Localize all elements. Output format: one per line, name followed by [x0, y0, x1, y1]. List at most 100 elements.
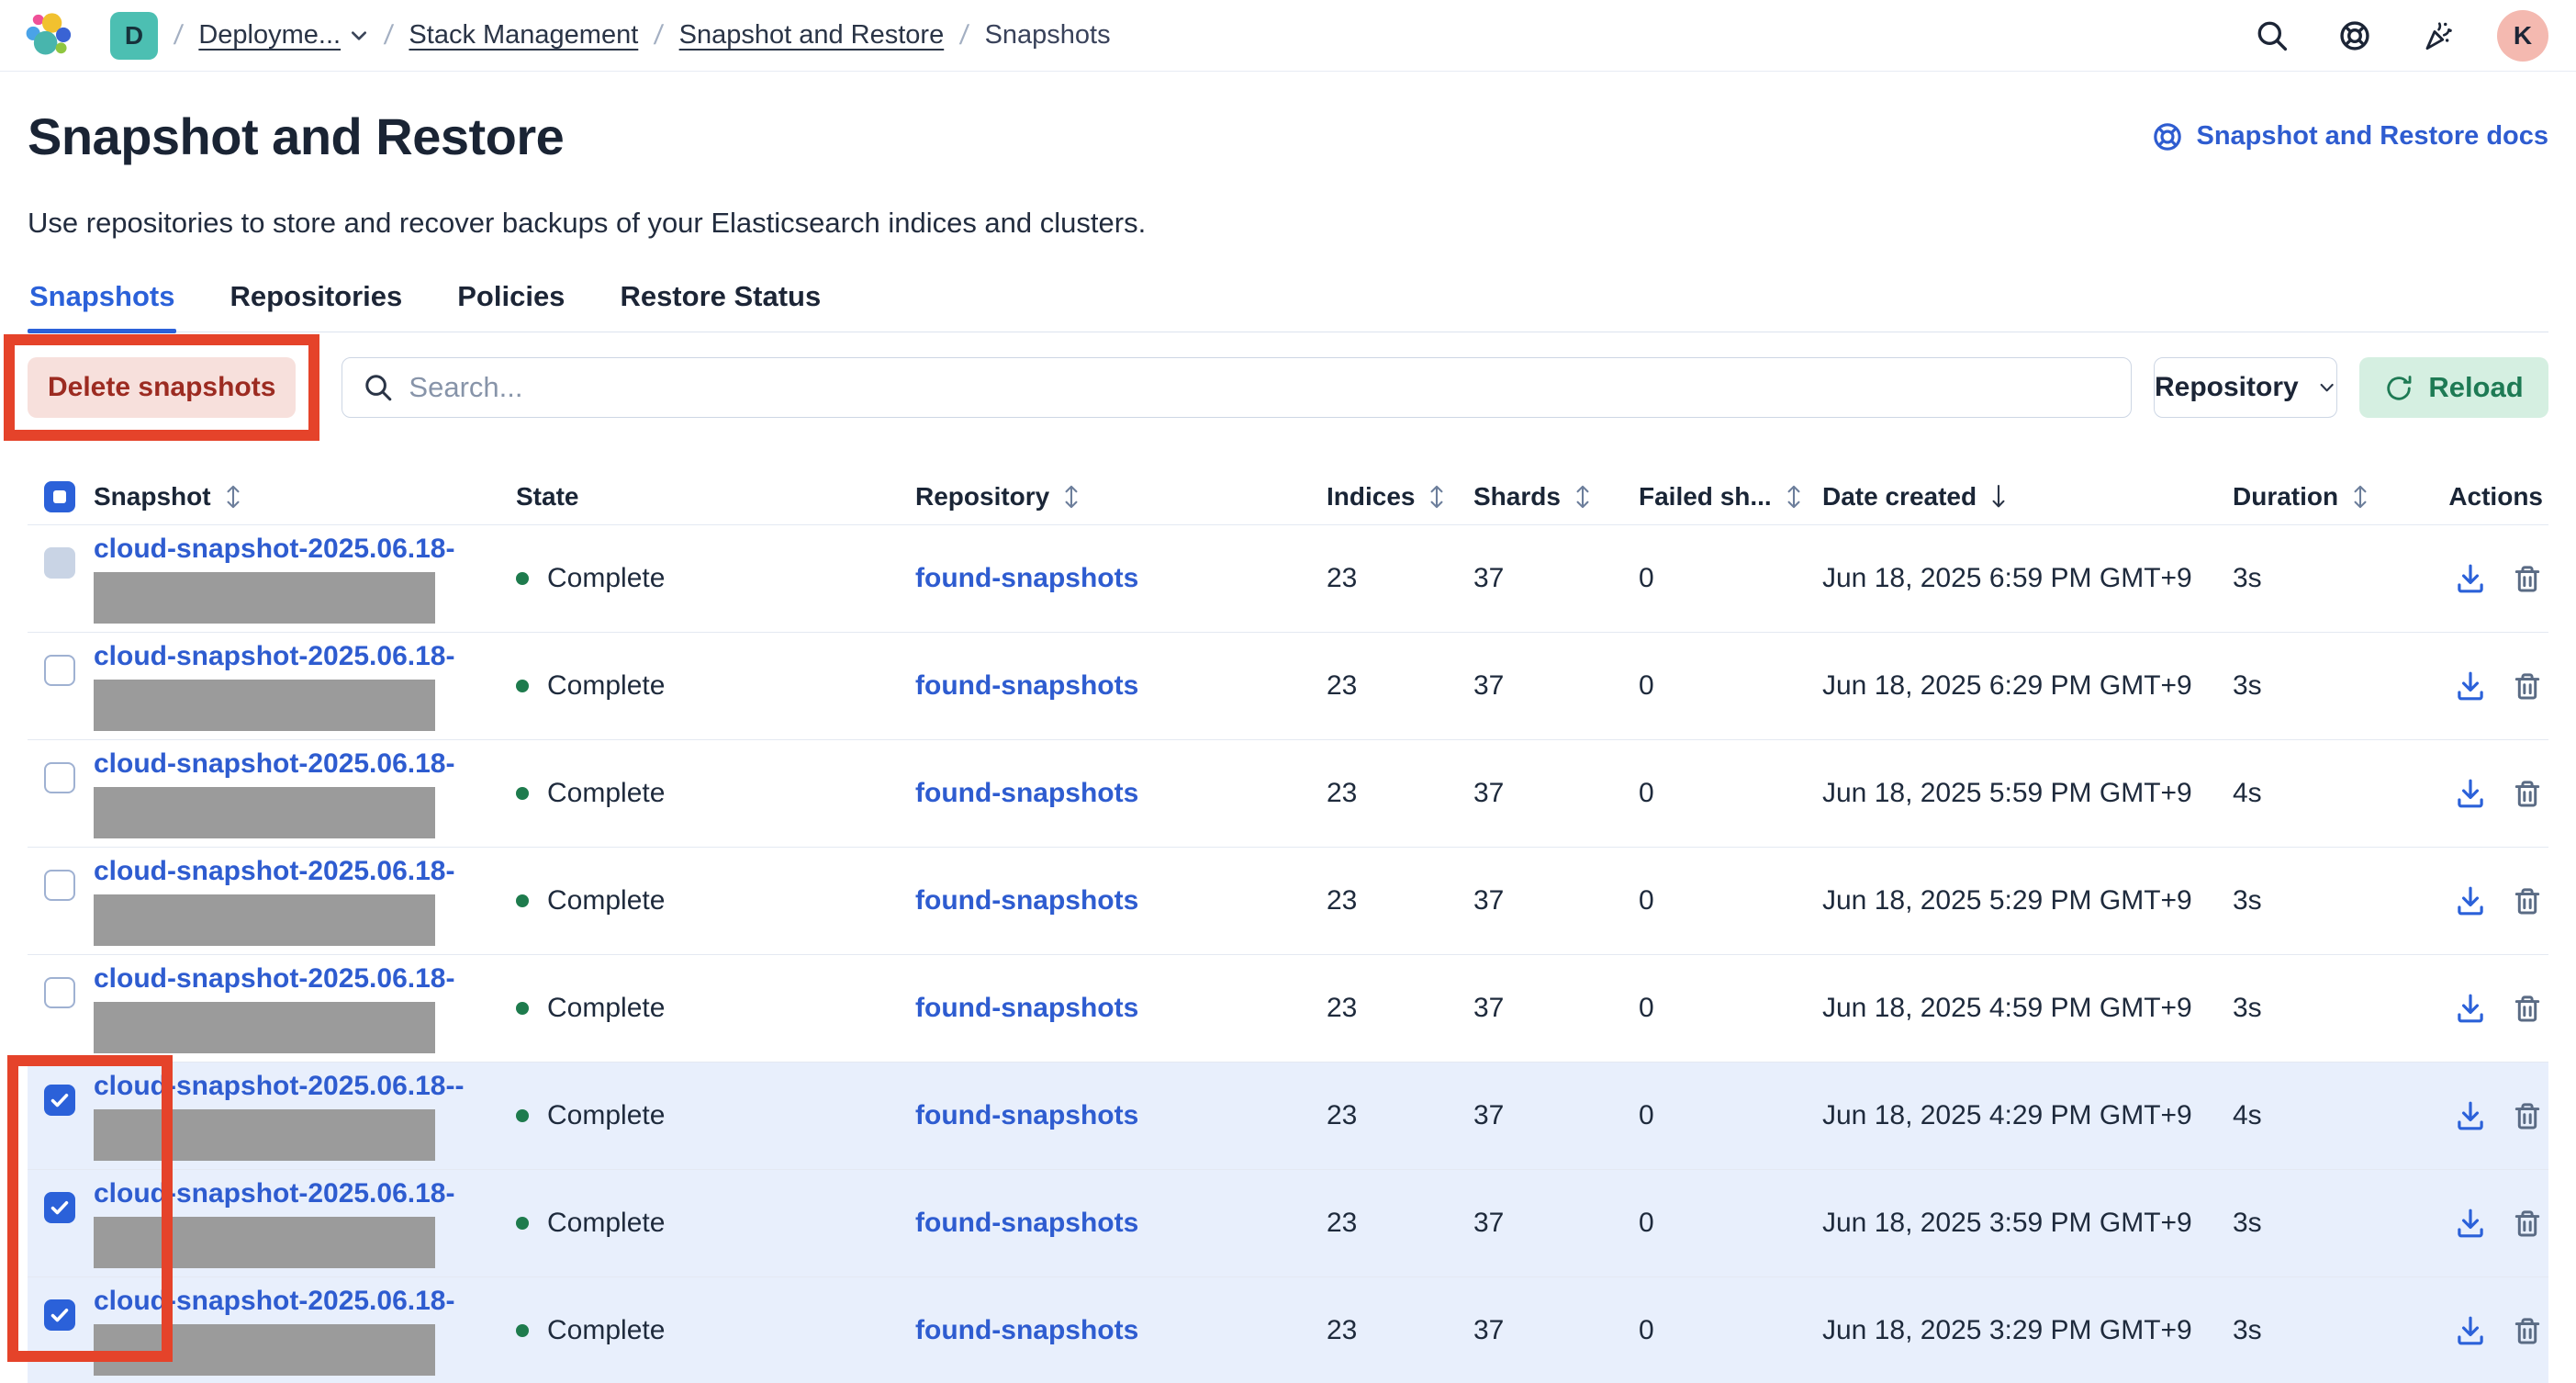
delete-icon[interactable] — [2512, 1208, 2543, 1239]
breadcrumb-snapshot-restore[interactable]: Snapshot and Restore — [679, 20, 945, 51]
failed-shards-count: 0 — [1639, 633, 1822, 739]
state-dot-icon — [516, 787, 529, 800]
download-icon[interactable] — [2455, 1208, 2486, 1239]
snapshot-link[interactable]: cloud-snapshot-2025.06.18- — [94, 748, 454, 780]
delete-snapshots-button[interactable]: Delete snapshots — [28, 357, 296, 418]
help-icon[interactable] — [2337, 18, 2372, 53]
delete-icon[interactable] — [2512, 778, 2543, 809]
repository-link[interactable]: found-snapshots — [915, 885, 1138, 916]
column-header-label: Snapshot — [94, 482, 211, 512]
repository-filter-button[interactable]: Repository — [2154, 357, 2337, 418]
state-dot-icon — [516, 680, 529, 692]
delete-icon[interactable] — [2512, 885, 2543, 916]
row-checkbox[interactable] — [44, 655, 75, 686]
table-row[interactable]: cloud-snapshot-2025.06.18- Complete foun… — [28, 955, 2548, 1063]
reload-button[interactable]: Reload — [2359, 357, 2548, 418]
repository-link[interactable]: found-snapshots — [915, 1100, 1138, 1131]
delete-icon[interactable] — [2512, 1100, 2543, 1131]
row-checkbox[interactable] — [44, 547, 75, 579]
snapshot-link[interactable]: cloud-snapshot-2025.06.18- — [94, 1286, 454, 1317]
chevron-down-icon — [350, 27, 368, 45]
download-icon[interactable] — [2455, 1315, 2486, 1346]
download-icon[interactable] — [2455, 670, 2486, 702]
indices-count: 23 — [1327, 955, 1473, 1062]
elastic-logo-icon[interactable] — [20, 10, 79, 62]
snapshot-link[interactable]: cloud-snapshot-2025.06.18- — [94, 641, 454, 672]
date-created: Jun 18, 2025 4:59 PM GMT+9 — [1822, 955, 2233, 1062]
breadcrumb-deployment[interactable]: Deployme... — [198, 20, 368, 51]
indices-count: 23 — [1327, 1277, 1473, 1383]
docs-link-label: Snapshot and Restore docs — [2196, 121, 2548, 152]
date-created: Jun 18, 2025 5:29 PM GMT+9 — [1822, 848, 2233, 954]
repository-link[interactable]: found-snapshots — [915, 1208, 1138, 1239]
row-checkbox[interactable] — [44, 977, 75, 1008]
snapshot-link[interactable]: cloud-snapshot-2025.06.18- — [94, 1178, 454, 1209]
download-icon[interactable] — [2455, 563, 2486, 594]
delete-icon[interactable] — [2512, 563, 2543, 594]
column-header-label: Date created — [1822, 482, 1977, 512]
table-row[interactable]: cloud-snapshot-2025.06.18- Complete foun… — [28, 740, 2548, 848]
select-all-checkbox[interactable] — [44, 481, 75, 512]
download-icon[interactable] — [2455, 885, 2486, 916]
table-row[interactable]: cloud-snapshot-2025.06.18- Complete foun… — [28, 1170, 2548, 1277]
deployment-badge[interactable]: D — [110, 12, 158, 60]
tab-policies[interactable]: Policies — [455, 280, 566, 332]
table-row[interactable]: cloud-snapshot-2025.06.18- Complete foun… — [28, 525, 2548, 633]
state-dot-icon — [516, 1217, 529, 1230]
repository-link[interactable]: found-snapshots — [915, 563, 1138, 594]
column-header-snapshot[interactable]: Snapshot — [94, 482, 516, 512]
delete-icon[interactable] — [2512, 993, 2543, 1024]
row-checkbox[interactable] — [44, 1085, 75, 1116]
search-input[interactable] — [342, 357, 2132, 418]
shards-count: 37 — [1473, 848, 1639, 954]
table-row[interactable]: cloud-snapshot-2025.06.18- Complete foun… — [28, 848, 2548, 955]
table-row[interactable]: cloud-snapshot-2025.06.18-- Complete fou… — [28, 1063, 2548, 1170]
search-icon[interactable] — [2255, 18, 2290, 53]
failed-shards-count: 0 — [1639, 848, 1822, 954]
news-icon[interactable] — [2420, 18, 2455, 53]
column-header-shards[interactable]: Shards — [1473, 482, 1639, 512]
docs-link[interactable]: Snapshot and Restore docs — [2152, 121, 2548, 152]
repository-link[interactable]: found-snapshots — [915, 670, 1138, 702]
column-header-state: State — [516, 482, 915, 512]
delete-icon[interactable] — [2512, 1315, 2543, 1346]
snapshot-link[interactable]: cloud-snapshot-2025.06.18-- — [94, 1071, 464, 1102]
download-icon[interactable] — [2455, 778, 2486, 809]
tab-restore-status[interactable]: Restore Status — [618, 280, 823, 332]
column-header-repository[interactable]: Repository — [915, 482, 1327, 512]
user-avatar[interactable]: K — [2497, 10, 2548, 62]
column-header-duration[interactable]: Duration — [2233, 482, 2430, 512]
column-header-date[interactable]: Date created — [1822, 482, 2233, 512]
row-checkbox[interactable] — [44, 1299, 75, 1331]
table-row[interactable]: cloud-snapshot-2025.06.18- Complete foun… — [28, 1277, 2548, 1383]
table-row[interactable]: cloud-snapshot-2025.06.18- Complete foun… — [28, 633, 2548, 740]
tab-repositories[interactable]: Repositories — [228, 280, 404, 332]
tab-snapshots[interactable]: Snapshots — [28, 280, 176, 332]
column-header-indices[interactable]: Indices — [1327, 482, 1473, 512]
column-header-failed[interactable]: Failed sh... — [1639, 482, 1822, 512]
download-icon[interactable] — [2455, 993, 2486, 1024]
failed-shards-count: 0 — [1639, 1277, 1822, 1383]
row-checkbox[interactable] — [44, 870, 75, 901]
repository-link[interactable]: found-snapshots — [915, 993, 1138, 1024]
table-body: cloud-snapshot-2025.06.18- Complete foun… — [28, 525, 2548, 1383]
snapshot-link[interactable]: cloud-snapshot-2025.06.18- — [94, 856, 454, 887]
failed-shards-count: 0 — [1639, 740, 1822, 847]
search-field-wrap — [342, 357, 2132, 418]
breadcrumb-stack-management[interactable]: Stack Management — [409, 20, 638, 51]
shards-count: 37 — [1473, 633, 1639, 739]
indices-count: 23 — [1327, 848, 1473, 954]
repository-link[interactable]: found-snapshots — [915, 1315, 1138, 1346]
repository-link[interactable]: found-snapshots — [915, 778, 1138, 809]
snapshot-link[interactable]: cloud-snapshot-2025.06.18- — [94, 963, 454, 995]
redacted-snapshot-name — [94, 1217, 435, 1268]
search-icon — [364, 373, 393, 402]
snapshot-link[interactable]: cloud-snapshot-2025.06.18- — [94, 534, 454, 565]
delete-icon[interactable] — [2512, 670, 2543, 702]
download-icon[interactable] — [2455, 1100, 2486, 1131]
state-label: Complete — [547, 1315, 665, 1346]
breadcrumb-snapshots: Snapshots — [985, 20, 1111, 51]
check-icon — [48, 1088, 72, 1112]
row-checkbox[interactable] — [44, 762, 75, 793]
row-checkbox[interactable] — [44, 1192, 75, 1223]
